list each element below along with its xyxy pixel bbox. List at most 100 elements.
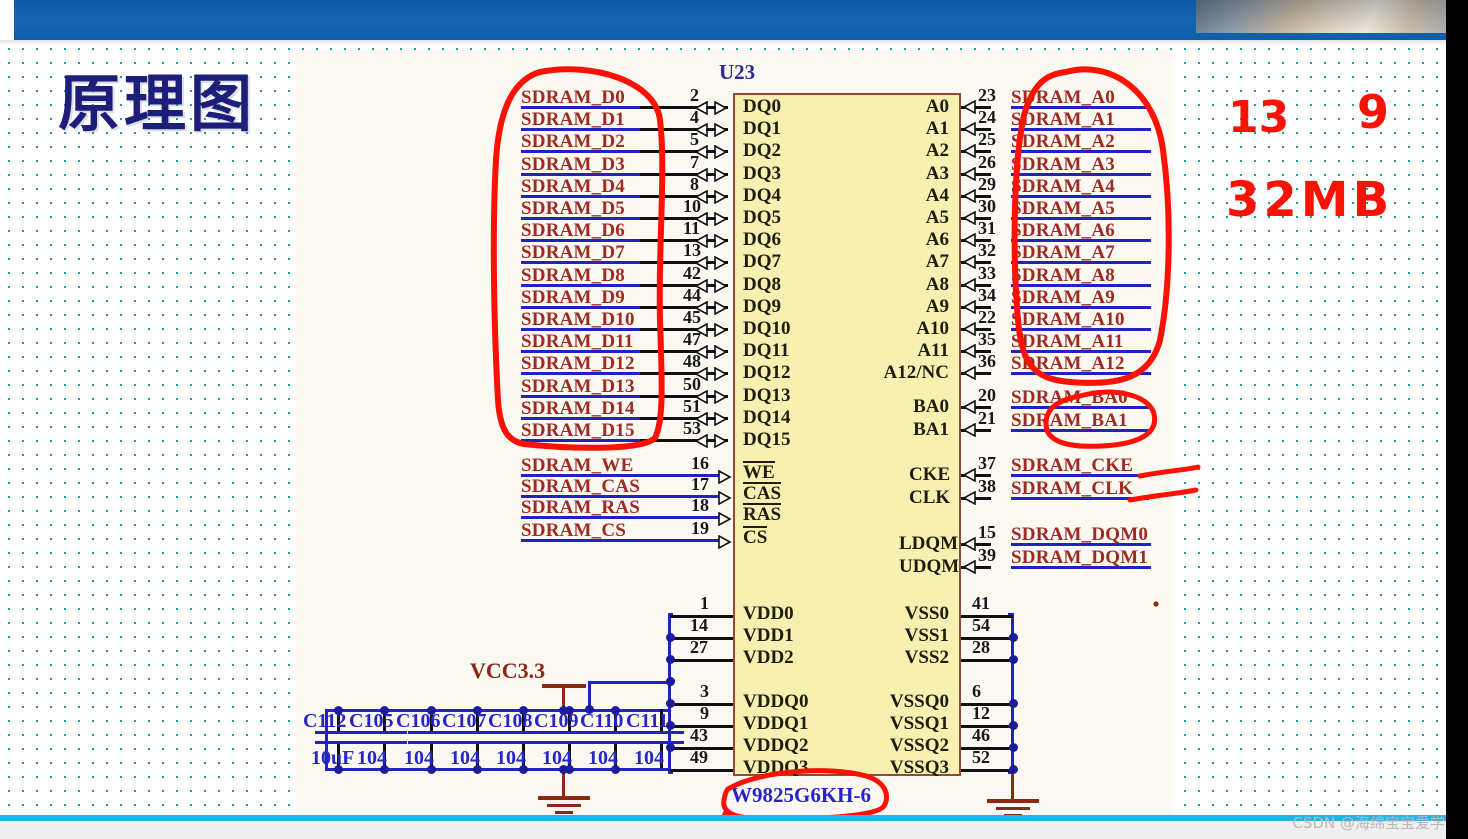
net-label-data: SDRAM_D15 bbox=[521, 420, 635, 441]
annotation-col-bits: 9 bbox=[1357, 85, 1390, 139]
gnd-bar-left-3 bbox=[555, 811, 573, 814]
net-label-data: SDRAM_D10 bbox=[521, 309, 635, 330]
net-wire bbox=[670, 659, 734, 662]
net-label-address: SDRAM_A10 bbox=[1011, 309, 1125, 330]
pin-number-address: 31 bbox=[978, 218, 996, 238]
pin-name-data: DQ5 bbox=[743, 207, 781, 228]
playback-progress-bar[interactable] bbox=[0, 815, 1468, 821]
net-label-clock: SDRAM_CKE bbox=[1011, 455, 1134, 476]
pin-arrow-icon bbox=[962, 299, 976, 315]
pin-arrow-icon bbox=[962, 277, 976, 293]
net-label-address: SDRAM_A9 bbox=[1011, 287, 1115, 308]
pin-name-vdd: VDD0 bbox=[743, 603, 794, 624]
capacitor-designator: C105 bbox=[349, 710, 394, 732]
capacitor-value: 10uF bbox=[311, 747, 355, 769]
cap-plate-bottom bbox=[361, 741, 407, 744]
pin-number-vss: 12 bbox=[972, 703, 990, 723]
pin-number-clock: 37 bbox=[978, 453, 996, 473]
pin-arrow-icon bbox=[962, 166, 976, 182]
pin-name-data: DQ6 bbox=[743, 229, 781, 250]
right-letterbox bbox=[1446, 0, 1468, 839]
wire-junction bbox=[1009, 721, 1018, 730]
capacitor-designator: C110 bbox=[580, 710, 624, 732]
pin-arrow-icon bbox=[962, 399, 976, 415]
capacitor-value: 104 bbox=[588, 747, 618, 769]
pin-name-data: DQ15 bbox=[743, 429, 791, 450]
pin-number-data: 53 bbox=[683, 418, 701, 438]
pin-name-data: DQ3 bbox=[743, 163, 781, 184]
wire-junction bbox=[1009, 743, 1018, 752]
wire-junction bbox=[666, 677, 675, 686]
video-thumbnail-shade bbox=[1196, 0, 1468, 33]
pin-name-data: DQ4 bbox=[743, 185, 781, 206]
capacitor-value: 104 bbox=[542, 747, 572, 769]
pin-name-address: A11 bbox=[917, 340, 949, 361]
net-label-address: SDRAM_A5 bbox=[1011, 198, 1115, 219]
annotation-row-bits: 13 bbox=[1228, 92, 1290, 143]
pin-arrow-icon bbox=[962, 254, 976, 270]
pin-arrow-icon bbox=[962, 188, 976, 204]
net-label-data: SDRAM_D1 bbox=[521, 109, 625, 130]
pin-number-address: 33 bbox=[978, 263, 996, 283]
pin-number-address: 36 bbox=[978, 351, 996, 371]
net-label-dqm: SDRAM_DQM1 bbox=[1011, 547, 1149, 568]
page-title: 原理图 bbox=[58, 67, 257, 140]
pin-name-data: DQ9 bbox=[743, 296, 781, 317]
pin-name-clock: CLK bbox=[909, 487, 951, 508]
net-wire bbox=[588, 681, 670, 684]
chip-reference-designator: U23 bbox=[719, 60, 756, 84]
pin-number-data: 44 bbox=[683, 285, 701, 305]
net-label-data: SDRAM_D11 bbox=[521, 331, 634, 352]
wire-junction bbox=[666, 743, 675, 752]
pin-name-control: CAS bbox=[743, 482, 782, 504]
net-label-bank: SDRAM_BA1 bbox=[1011, 410, 1128, 431]
cap-plate-bottom bbox=[592, 741, 638, 744]
net-label-dqm: SDRAM_DQM0 bbox=[1011, 524, 1149, 545]
pin-number-data: 4 bbox=[690, 107, 699, 127]
wire-junction bbox=[1009, 765, 1018, 774]
pin-number-address: 23 bbox=[978, 85, 996, 105]
pin-name-address: A3 bbox=[925, 163, 949, 184]
pin-name-address: A8 bbox=[925, 274, 949, 295]
pin-name-dqm: UDQM bbox=[899, 556, 960, 577]
pin-name-address: A6 bbox=[925, 229, 949, 250]
net-label-address: SDRAM_A0 bbox=[1011, 87, 1115, 108]
pin-number-vdd: 3 bbox=[700, 681, 709, 701]
chip-part-number: W9825G6KH-6 bbox=[731, 783, 871, 807]
pin-arrow-icon bbox=[962, 232, 976, 248]
wire-junction bbox=[1009, 699, 1018, 708]
pin-number-bank: 20 bbox=[978, 385, 996, 405]
pin-name-address: A4 bbox=[925, 185, 949, 206]
pin-number-data: 2 bbox=[690, 85, 699, 105]
watermark: CSDN @海绵宝宝爱学习 bbox=[1292, 814, 1460, 832]
pin-number-control: 18 bbox=[691, 495, 709, 515]
pin-name-vss: VSSQ3 bbox=[889, 757, 949, 778]
cap-plate-bottom bbox=[638, 741, 684, 744]
top-bar-underline bbox=[0, 40, 1468, 45]
cap-plate-bottom bbox=[500, 741, 546, 744]
top-bar-left-cap bbox=[0, 0, 14, 40]
pin-number-address: 29 bbox=[978, 174, 996, 194]
pin-arrow-icon bbox=[962, 121, 976, 137]
capacitor-value: 104 bbox=[496, 747, 526, 769]
net-label-address: SDRAM_A8 bbox=[1011, 265, 1115, 286]
capacitor-designator: C109 bbox=[534, 710, 579, 732]
gnd-bar-left-1 bbox=[538, 796, 590, 800]
wire-junction bbox=[1009, 655, 1018, 664]
capacitor-designator: C107 bbox=[442, 710, 487, 732]
gnd-bar-right-1 bbox=[987, 799, 1039, 803]
pin-name-address: A9 bbox=[925, 296, 949, 317]
capacitor-value: 104 bbox=[634, 747, 664, 769]
pin-number-address: 26 bbox=[978, 152, 996, 172]
net-label-data: SDRAM_D7 bbox=[521, 242, 625, 263]
pin-name-vss: VSS1 bbox=[904, 625, 949, 646]
pin-number-data: 7 bbox=[690, 152, 699, 172]
net-label-address: SDRAM_A4 bbox=[1011, 176, 1115, 197]
pin-number-address: 25 bbox=[978, 129, 996, 149]
pin-arrow-icon bbox=[962, 321, 976, 337]
pin-name-dqm: LDQM bbox=[899, 533, 959, 554]
wire-junction bbox=[1009, 633, 1018, 642]
pin-name-vss: VSSQ0 bbox=[889, 691, 949, 712]
pin-name-data: DQ7 bbox=[743, 251, 781, 272]
cap-plate-bottom bbox=[454, 741, 500, 744]
